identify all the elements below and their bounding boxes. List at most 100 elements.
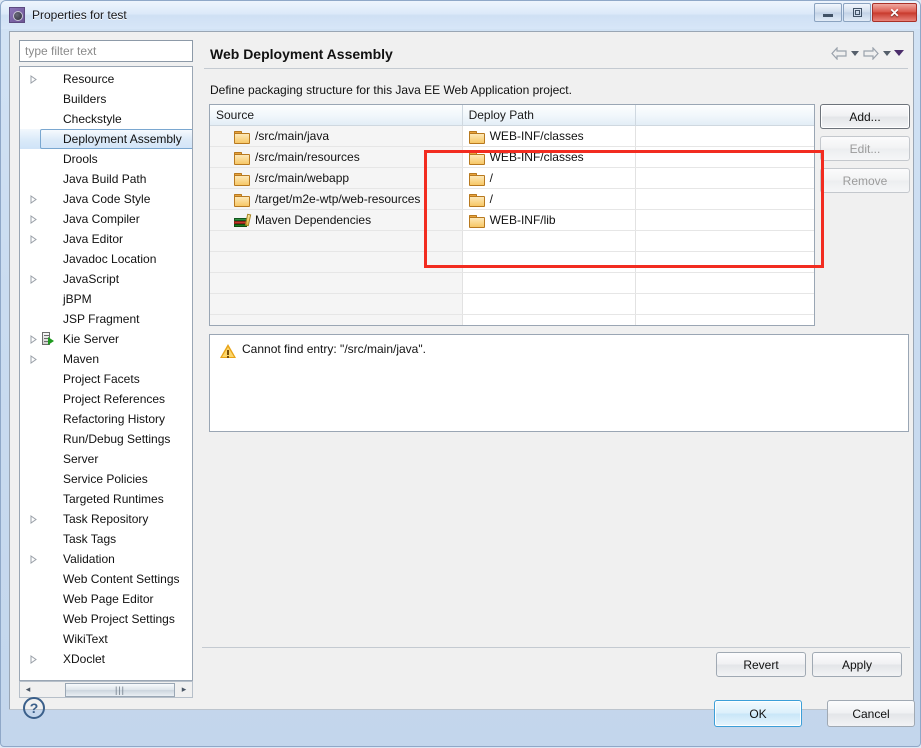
expand-triangle-icon[interactable]: [26, 509, 40, 529]
sidebar-item-resource[interactable]: Resource: [20, 69, 192, 89]
expand-triangle-icon[interactable]: [26, 209, 40, 229]
sidebar-item-javascript[interactable]: JavaScript: [20, 269, 192, 289]
sidebar-item-project-facets[interactable]: Project Facets: [20, 369, 192, 389]
cell-deploy-path[interactable]: [462, 315, 637, 325]
cell-blank[interactable]: [636, 273, 814, 293]
arrow-right-icon[interactable]: [862, 45, 880, 61]
close-button[interactable]: ✕: [872, 3, 917, 22]
cell-blank[interactable]: [636, 210, 814, 230]
sidebar-item-checkstyle[interactable]: Checkstyle: [20, 109, 192, 129]
sidebar-item-java-code-style[interactable]: Java Code Style: [20, 189, 192, 209]
cell-source[interactable]: [210, 252, 463, 272]
table-row-empty[interactable]: [210, 294, 814, 315]
sidebar-item-project-references[interactable]: Project References: [20, 389, 192, 409]
cell-blank[interactable]: [636, 126, 814, 146]
sidebar-item-targeted-runtimes[interactable]: Targeted Runtimes: [20, 489, 192, 509]
back-history-chevron-down-icon[interactable]: [851, 50, 859, 56]
cell-blank[interactable]: [636, 147, 814, 167]
cell-deploy-path[interactable]: WEB-INF/lib: [462, 210, 637, 230]
sidebar-item-task-tags[interactable]: Task Tags: [20, 529, 192, 549]
table-row[interactable]: Maven Dependencies WEB-INF/lib: [210, 210, 814, 231]
scroll-left-icon[interactable]: ◂: [20, 682, 36, 697]
cell-source[interactable]: [210, 231, 463, 251]
cell-deploy-path[interactable]: /: [462, 168, 637, 188]
sidebar-item-run-debug-settings[interactable]: Run/Debug Settings: [20, 429, 192, 449]
settings-tree[interactable]: Resource Builders Checkstyle Deployment Ass…: [19, 66, 193, 681]
expand-triangle-icon[interactable]: [26, 269, 40, 289]
sidebar-item-wikitext[interactable]: WikiText: [20, 629, 192, 649]
cell-blank[interactable]: [636, 315, 814, 325]
filter-input[interactable]: [19, 40, 193, 62]
sidebar-item-drools[interactable]: Drools: [20, 149, 192, 169]
cell-source[interactable]: /target/m2e-wtp/web-resources: [210, 189, 463, 209]
sidebar-item-jbpm[interactable]: jBPM: [20, 289, 192, 309]
apply-button[interactable]: Apply: [812, 652, 902, 677]
sidebar-item-refactoring-history[interactable]: Refactoring History: [20, 409, 192, 429]
cell-source[interactable]: Maven Dependencies: [210, 210, 463, 230]
cancel-button[interactable]: Cancel: [827, 700, 915, 727]
cell-source[interactable]: /src/main/resources: [210, 147, 463, 167]
sidebar-item-jsp-fragment[interactable]: JSP Fragment: [20, 309, 192, 329]
expand-triangle-icon[interactable]: [26, 349, 40, 369]
table-row-empty[interactable]: [210, 231, 814, 252]
sidebar-item-web-project-settings[interactable]: Web Project Settings: [20, 609, 192, 629]
table-row-empty[interactable]: [210, 252, 814, 273]
help-icon[interactable]: ?: [23, 697, 45, 719]
cell-deploy-path[interactable]: WEB-INF/classes: [462, 126, 637, 146]
tree-horizontal-scrollbar[interactable]: ◂ ||| ▸: [19, 681, 193, 698]
add-button[interactable]: Add...: [820, 104, 910, 129]
column-header-blank[interactable]: [636, 105, 814, 125]
sidebar-item-kie-server[interactable]: Kie Server: [20, 329, 192, 349]
cell-source[interactable]: /src/main/webapp: [210, 168, 463, 188]
cell-blank[interactable]: [636, 189, 814, 209]
expand-triangle-icon[interactable]: [26, 189, 40, 209]
table-row-empty[interactable]: [210, 273, 814, 294]
table-row[interactable]: /target/m2e-wtp/web-resources /: [210, 189, 814, 210]
cell-deploy-path[interactable]: /: [462, 189, 637, 209]
maximize-button[interactable]: [843, 3, 871, 22]
sidebar-item-task-repository[interactable]: Task Repository: [20, 509, 192, 529]
cell-deploy-path[interactable]: WEB-INF/classes: [462, 147, 637, 167]
title-bar[interactable]: Properties for test ✕: [1, 1, 920, 29]
sidebar-item-deployment-assembly[interactable]: Deployment Assembly: [20, 129, 192, 149]
cell-deploy-path[interactable]: [462, 252, 637, 272]
cell-deploy-path[interactable]: [462, 294, 637, 314]
sidebar-item-builders[interactable]: Builders: [20, 89, 192, 109]
sidebar-item-java-compiler[interactable]: Java Compiler: [20, 209, 192, 229]
expand-triangle-icon[interactable]: [26, 229, 40, 249]
cell-deploy-path[interactable]: [462, 231, 637, 251]
sidebar-item-server[interactable]: Server: [20, 449, 192, 469]
sidebar-item-java-editor[interactable]: Java Editor: [20, 229, 192, 249]
deployment-assembly-table[interactable]: Source Deploy Path /src/main/java WEB-INF…: [209, 104, 815, 326]
sidebar-item-service-policies[interactable]: Service Policies: [20, 469, 192, 489]
table-row[interactable]: /src/main/webapp /: [210, 168, 814, 189]
cell-blank[interactable]: [636, 168, 814, 188]
revert-button[interactable]: Revert: [716, 652, 806, 677]
sidebar-item-javadoc-location[interactable]: Javadoc Location: [20, 249, 192, 269]
cell-source[interactable]: [210, 315, 463, 325]
column-header-deploy-path[interactable]: Deploy Path: [463, 105, 637, 125]
expand-triangle-icon[interactable]: [26, 329, 40, 349]
cell-source[interactable]: [210, 294, 463, 314]
cell-blank[interactable]: [636, 231, 814, 251]
sidebar-item-web-content-settings[interactable]: Web Content Settings: [20, 569, 192, 589]
sidebar-item-maven[interactable]: Maven: [20, 349, 192, 369]
minimize-button[interactable]: [814, 3, 842, 22]
cell-deploy-path[interactable]: [462, 273, 637, 293]
column-header-source[interactable]: Source: [210, 105, 463, 125]
cell-source[interactable]: [210, 273, 463, 293]
expand-triangle-icon[interactable]: [26, 549, 40, 569]
arrow-left-icon[interactable]: [830, 45, 848, 61]
table-row[interactable]: /src/main/java WEB-INF/classes: [210, 126, 814, 147]
sidebar-item-validation[interactable]: Validation: [20, 549, 192, 569]
sidebar-item-xdoclet[interactable]: XDoclet: [20, 649, 192, 669]
table-row[interactable]: /src/main/resources WEB-INF/classes: [210, 147, 814, 168]
cell-source[interactable]: /src/main/java: [210, 126, 463, 146]
scrollbar-thumb[interactable]: |||: [65, 682, 175, 697]
sidebar-item-web-page-editor[interactable]: Web Page Editor: [20, 589, 192, 609]
cell-blank[interactable]: [636, 252, 814, 272]
cell-blank[interactable]: [636, 294, 814, 314]
sidebar-item-java-build-path[interactable]: Java Build Path: [20, 169, 192, 189]
view-menu-caret-down-icon[interactable]: [894, 50, 904, 56]
forward-history-chevron-down-icon[interactable]: [883, 50, 891, 56]
